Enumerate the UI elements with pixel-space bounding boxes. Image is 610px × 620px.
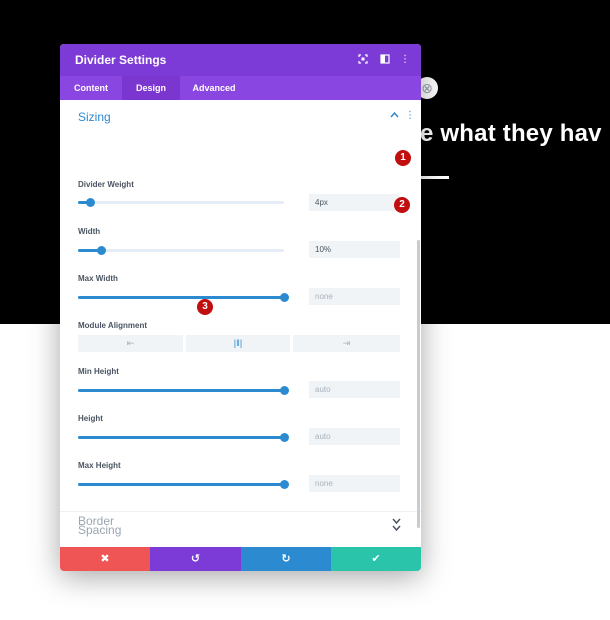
max-height-input[interactable]: none [309,475,400,492]
slider-thumb[interactable] [280,480,289,489]
height-slider[interactable] [78,433,289,442]
section-more-icon[interactable]: ⋮ [405,110,415,121]
max-width-label: Max Width [78,274,118,283]
max-height-slider[interactable] [78,480,289,489]
divider-weight-label: Divider Weight [78,180,134,189]
undo-button[interactable]: ↺ [150,547,241,571]
width-slider[interactable] [78,246,284,255]
slider-thumb[interactable] [280,386,289,395]
slider-fill [78,483,284,486]
border-section-title[interactable]: Border [78,514,114,528]
tab-advanced[interactable]: Advanced [180,76,248,100]
slider-fill [78,296,284,299]
chevron-up-icon[interactable] [390,111,399,122]
max-width-slider[interactable] [78,293,289,302]
scrollbar[interactable] [417,240,420,528]
tab-design[interactable]: Design [122,76,180,100]
slider-thumb[interactable] [280,293,289,302]
slider-fill [78,436,284,439]
sizing-section-title[interactable]: Sizing [78,110,111,124]
modal-title: Divider Settings [75,53,167,67]
split-view-icon[interactable] [378,52,392,66]
tab-content[interactable]: Content [60,76,122,100]
align-right-button[interactable]: ⇥ [293,335,400,352]
settings-tabs: Content Design Advanced [60,76,421,100]
annotation-badge-3: 3 [197,299,213,315]
cancel-button[interactable]: ✖ [60,547,150,571]
max-height-label: Max Height [78,461,121,470]
divider-weight-input[interactable]: 4px [309,194,400,211]
max-width-input[interactable]: none [309,288,400,305]
background-divider [421,176,449,179]
align-center-button[interactable]: |‖| [186,335,290,352]
slider-fill [78,389,284,392]
background-headline: e what they hav [420,120,602,147]
section-divider [60,511,421,512]
min-height-slider[interactable] [78,386,289,395]
module-alignment-group: ⇤ |‖| ⇥ [78,335,400,352]
slider-thumb[interactable] [280,433,289,442]
annotation-badge-2: 2 [394,197,410,213]
module-alignment-label: Module Alignment [78,321,148,330]
align-left-button[interactable]: ⇤ [78,335,183,352]
more-vertical-icon[interactable]: ⋮ [398,52,412,66]
divider-weight-slider[interactable] [78,198,284,207]
min-height-input[interactable]: auto [309,381,400,398]
expand-icon[interactable] [356,52,370,66]
divider-settings-modal: Divider Settings ⋮ Content Design Advanc… [60,44,421,571]
height-label: Height [78,414,103,423]
modal-footer: ✖ ↺ ↻ ✔ [60,547,421,571]
annotation-badge-1: 1 [395,150,411,166]
slider-thumb[interactable] [96,246,106,255]
width-label: Width [78,227,101,236]
slider-thumb[interactable] [86,198,96,207]
save-button[interactable]: ✔ [331,547,421,571]
redo-button[interactable]: ↻ [241,547,331,571]
height-input[interactable]: auto [309,428,400,445]
modal-header: Divider Settings ⋮ [60,44,421,76]
settings-content: Sizing ⋮ Divider Weight 4px Width 10% Ma… [60,100,421,548]
chevron-down-icon[interactable] [392,517,401,528]
width-input[interactable]: 10% [309,241,400,258]
min-height-label: Min Height [78,367,119,376]
